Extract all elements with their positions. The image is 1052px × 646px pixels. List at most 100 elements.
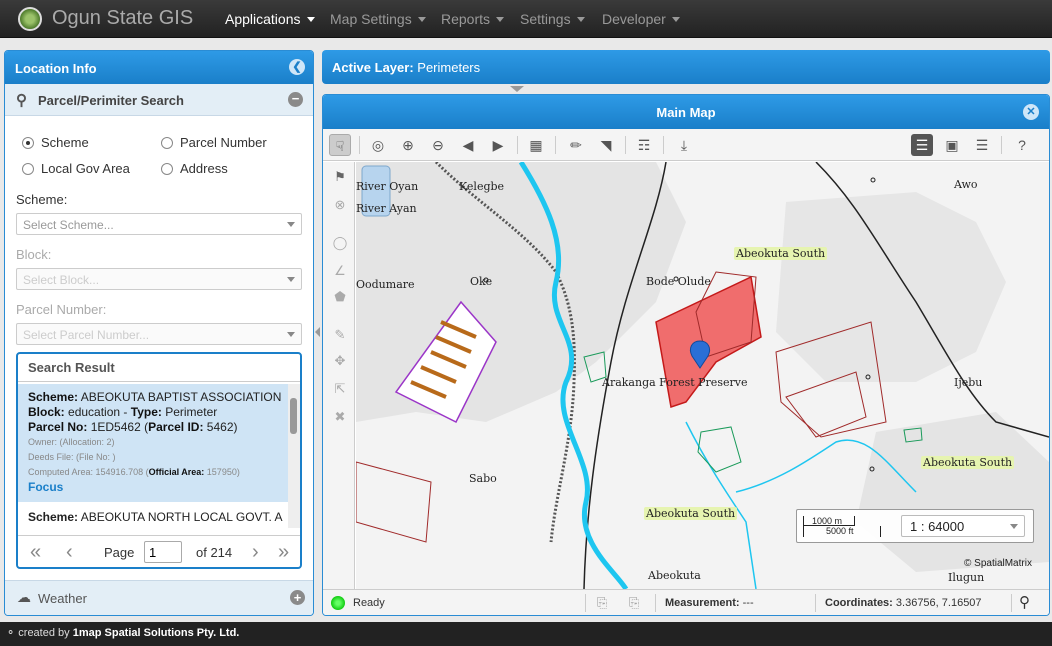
radio-scheme[interactable]: Scheme bbox=[22, 135, 89, 150]
draw-polyline-icon[interactable]: ∠ bbox=[331, 262, 349, 280]
chevron-down-icon bbox=[671, 17, 680, 22]
move-icon[interactable]: ✥ bbox=[331, 352, 349, 370]
result-pager: « ‹ Page of 214 › » bbox=[18, 535, 300, 567]
scale-widget: 1000 m 5000 ft 1 : 64000 bbox=[796, 509, 1034, 543]
measure-line-icon[interactable]: ✏ bbox=[565, 134, 587, 156]
main-map-window: Main Map ✕ ☟ ◎ ⊕ ⊖ ◀ ▶ ▦ ✏ ◥ ☶ ⤓ ☰ ▣ ☰ ?… bbox=[322, 94, 1050, 616]
clipboard-icon[interactable]: ⎘ bbox=[629, 595, 639, 611]
result-item[interactable]: Scheme: ABEOKUTA NORTH LOCAL GOVT. A bbox=[18, 506, 288, 528]
radio-unchecked-icon bbox=[161, 163, 173, 175]
map-edit-icon[interactable]: ⚑ bbox=[331, 168, 349, 186]
next-page-icon[interactable]: › bbox=[252, 541, 259, 564]
first-page-icon[interactable]: « bbox=[30, 541, 41, 564]
parcel-search-header[interactable]: ⚲ Parcel/Perimiter Search − bbox=[5, 84, 313, 116]
page-count: of 214 bbox=[196, 545, 233, 560]
menu-reports[interactable]: Reports bbox=[441, 11, 505, 27]
owner-info: Owner: (Allocation: 2) bbox=[28, 437, 115, 447]
coordinates-label: Coordinates: bbox=[825, 597, 893, 609]
cancel-icon[interactable]: ⊗ bbox=[331, 196, 349, 214]
place-label: Abeokuta South bbox=[921, 456, 1015, 469]
place-label: Sabo bbox=[469, 472, 497, 485]
radio-checked-icon bbox=[22, 137, 34, 149]
resize-icon[interactable]: ⇱ bbox=[331, 380, 349, 398]
location-info-panel: Location Info ❮ ⚲ Parcel/Perimiter Searc… bbox=[4, 50, 314, 616]
page-input[interactable] bbox=[144, 541, 182, 563]
parcel-number-select[interactable]: Select Parcel Number... bbox=[16, 323, 302, 345]
scale-select[interactable]: 1 : 64000 bbox=[901, 515, 1025, 537]
search-result-box: Search Result Scheme: ABEOKUTA BAPTIST A… bbox=[16, 352, 302, 569]
menu-map-settings[interactable]: Map Settings bbox=[330, 11, 426, 27]
chevron-down-icon bbox=[1010, 524, 1018, 529]
place-label: Arakanga Forest Preserve bbox=[602, 376, 748, 389]
zoom-in-icon[interactable]: ⊕ bbox=[397, 134, 419, 156]
menu-settings[interactable]: Settings bbox=[520, 11, 585, 27]
help-icon[interactable]: ? bbox=[1011, 134, 1033, 156]
expand-section-button[interactable]: + bbox=[290, 590, 305, 605]
copy-icon[interactable]: ⎘ bbox=[597, 595, 607, 611]
parcel-outline bbox=[356, 461, 432, 543]
map-status-bar: Ready ⎘ ⎘ Measurement: --- Coordinates: … bbox=[323, 589, 1049, 615]
collapse-section-button[interactable]: − bbox=[288, 92, 303, 107]
draw-polygon-icon[interactable]: ⬟ bbox=[331, 288, 349, 306]
forward-extent-icon[interactable]: ▶ bbox=[487, 134, 509, 156]
measure-area-icon[interactable]: ◥ bbox=[595, 134, 617, 156]
focus-link[interactable]: Focus bbox=[28, 480, 288, 495]
download-icon[interactable]: ⤓ bbox=[673, 134, 695, 156]
globe-icon[interactable]: ◎ bbox=[367, 134, 389, 156]
layers-icon[interactable]: ☰ bbox=[911, 134, 933, 156]
place-label: Awo bbox=[954, 178, 978, 191]
chevron-down-icon bbox=[287, 222, 295, 227]
panel-splitter-handle[interactable] bbox=[315, 320, 321, 344]
menu-applications[interactable]: Applications bbox=[225, 11, 315, 27]
chevron-down-icon bbox=[496, 17, 505, 22]
back-extent-icon[interactable]: ◀ bbox=[457, 134, 479, 156]
search-result-title: Search Result bbox=[18, 354, 300, 382]
result-item-selected[interactable]: Scheme: ABEOKUTA BAPTIST ASSOCIATION Blo… bbox=[18, 384, 288, 502]
pdf-icon[interactable]: ☶ bbox=[633, 134, 655, 156]
collapse-arrow-icon[interactable] bbox=[508, 86, 528, 94]
last-page-icon[interactable]: » bbox=[278, 541, 289, 564]
scroll-thumb[interactable] bbox=[290, 398, 297, 434]
place-label: River Ayan bbox=[356, 202, 417, 215]
top-navbar: Ogun State GIS Applications Map Settings… bbox=[0, 0, 1052, 38]
weather-label: Weather bbox=[38, 591, 87, 606]
search-icon: ⚲ bbox=[16, 92, 27, 109]
page-label: Page bbox=[104, 545, 135, 560]
bookmark-icon[interactable]: ▣ bbox=[941, 134, 963, 156]
scheme-select[interactable]: Select Scheme... bbox=[16, 213, 302, 235]
ogun-state-logo-icon bbox=[18, 7, 42, 31]
land-shading bbox=[856, 412, 1049, 572]
active-layer-value: Perimeters bbox=[417, 60, 481, 75]
list-icon[interactable]: ☰ bbox=[971, 134, 993, 156]
block-label: Block: bbox=[16, 247, 52, 262]
radio-local-gov-area[interactable]: Local Gov Area bbox=[22, 161, 130, 176]
chevron-down-icon bbox=[576, 17, 585, 22]
land-shading bbox=[776, 192, 1006, 382]
delete-icon[interactable]: ✖ bbox=[331, 408, 349, 426]
menu-developer[interactable]: Developer bbox=[602, 11, 680, 27]
map-canvas[interactable]: River Oyan Kelegbe River Ayan Awo Abeoku… bbox=[356, 162, 1049, 589]
collapse-panel-button[interactable]: ❮ bbox=[289, 59, 305, 75]
zoom-out-icon[interactable]: ⊖ bbox=[427, 134, 449, 156]
app-brand: Ogun State GIS bbox=[52, 7, 194, 29]
weather-section[interactable]: ☁ Weather + bbox=[5, 580, 313, 615]
radio-parcel-number[interactable]: Parcel Number bbox=[161, 135, 267, 150]
place-label: Oodumare bbox=[356, 278, 415, 291]
radio-address[interactable]: Address bbox=[161, 161, 228, 176]
active-layer-label: Active Layer: bbox=[332, 60, 414, 75]
place-label: Abeokuta bbox=[648, 569, 701, 582]
pan-tool-icon[interactable]: ☟ bbox=[329, 134, 351, 156]
place-label: Kelegbe bbox=[459, 180, 505, 193]
place-label: Oke bbox=[470, 275, 493, 288]
grid-icon[interactable]: ▦ bbox=[525, 134, 547, 156]
footer-icon: ⚬ bbox=[6, 627, 16, 639]
area-info: Computed Area: 154916.708 (Official Area… bbox=[28, 467, 240, 477]
prev-page-icon[interactable]: ‹ bbox=[66, 541, 73, 564]
result-scrollbar[interactable] bbox=[288, 384, 300, 528]
block-select[interactable]: Select Block... bbox=[16, 268, 302, 290]
locate-xy-icon[interactable]: ⚲ bbox=[1019, 593, 1030, 611]
edit-pencil-icon[interactable]: ✎ bbox=[331, 326, 349, 344]
draw-circle-icon[interactable]: ◯ bbox=[331, 234, 349, 252]
chevron-down-icon bbox=[306, 17, 315, 22]
close-map-button[interactable]: ✕ bbox=[1023, 104, 1039, 120]
